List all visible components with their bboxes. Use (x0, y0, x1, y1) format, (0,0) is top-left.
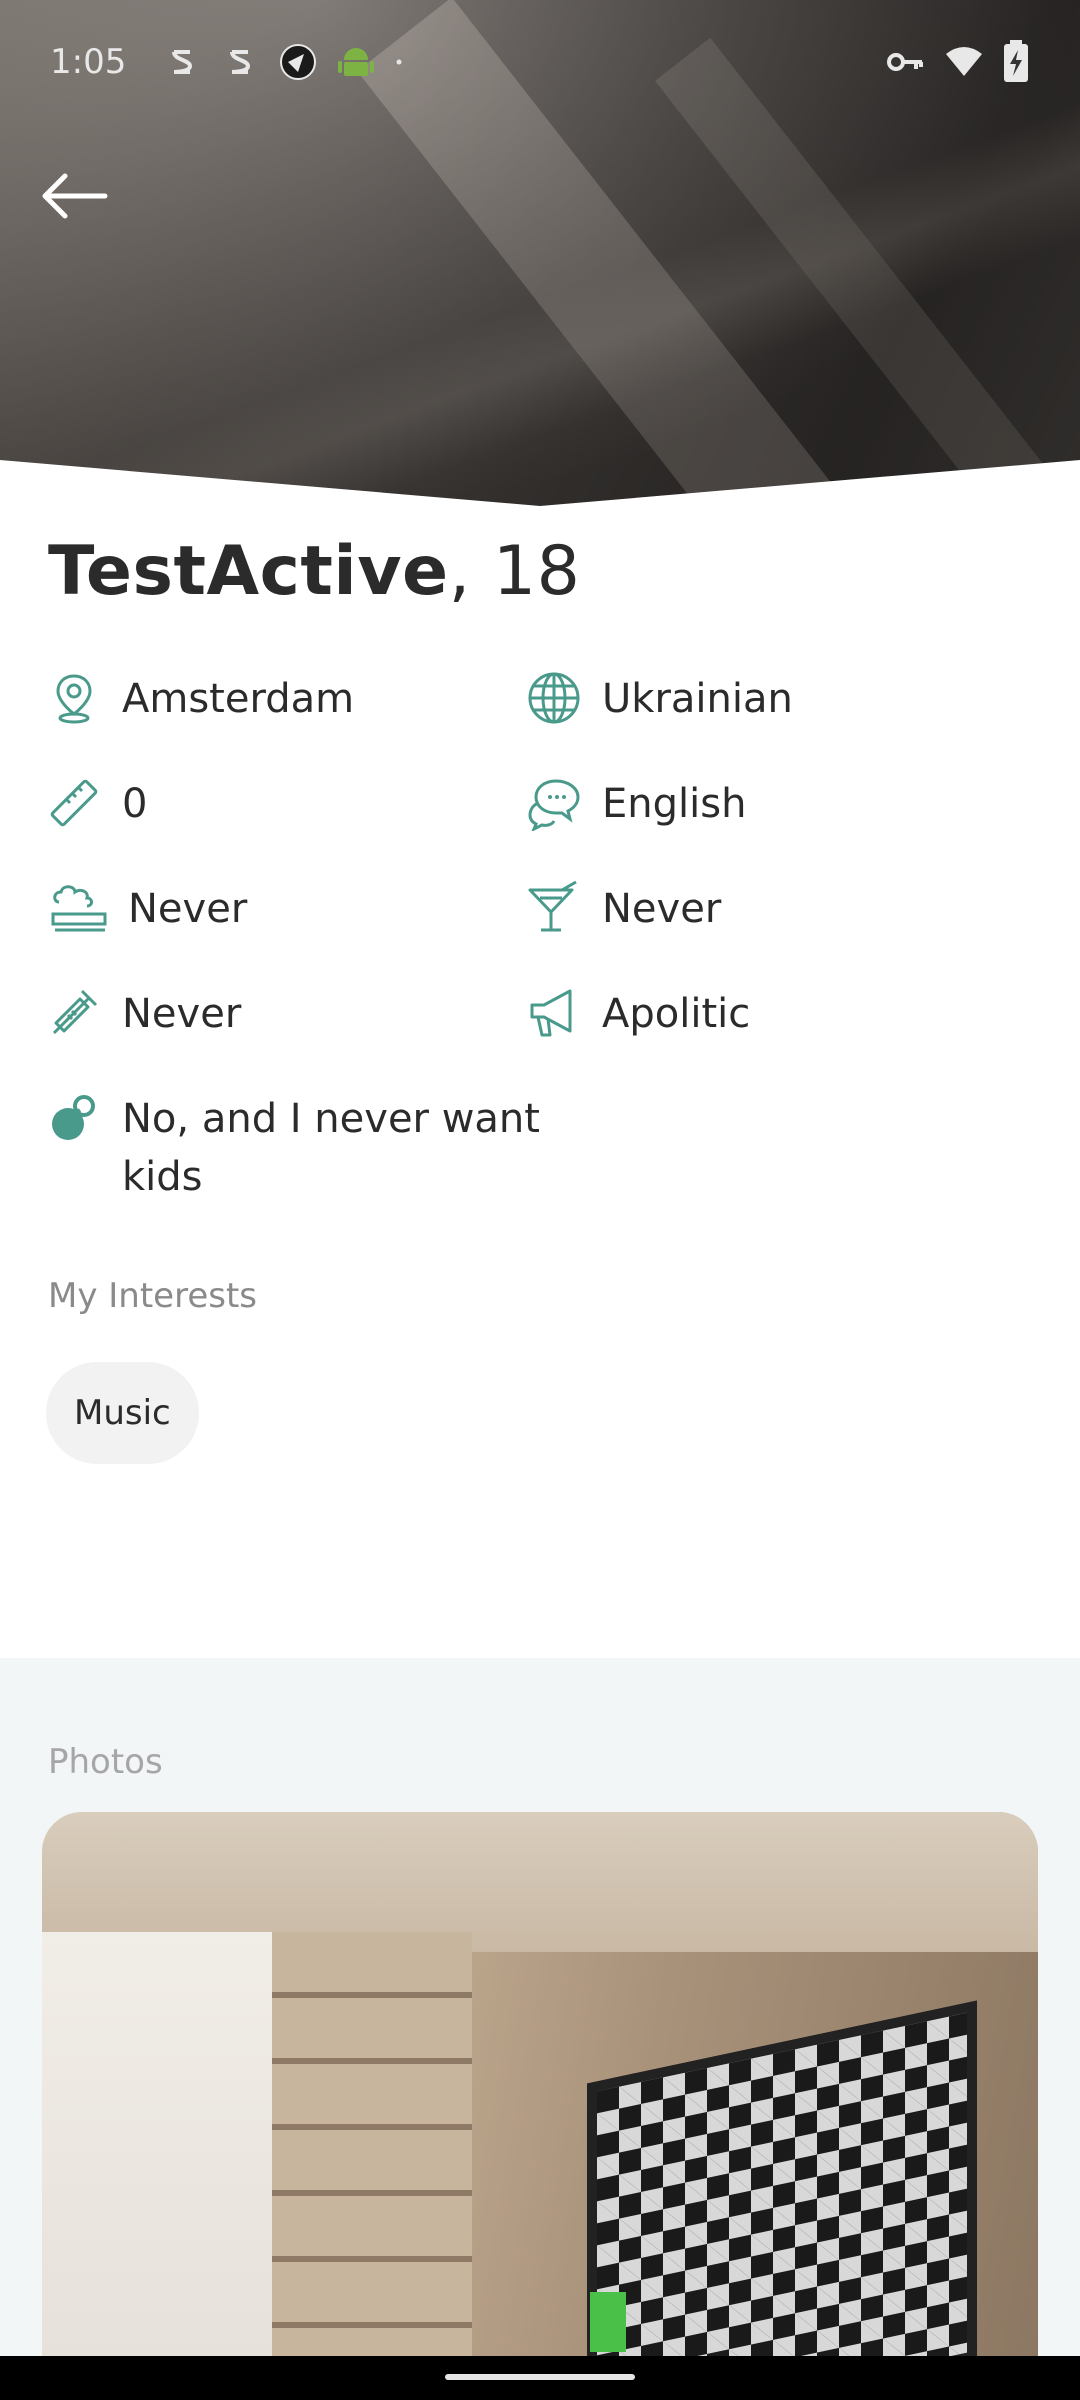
attr-politics-label: Apolitic (602, 991, 751, 1037)
location-pin-icon (56, 674, 92, 724)
attr-smoking-label: Never (128, 886, 248, 932)
profile-name: TestActive (48, 532, 449, 611)
attr-nationality-label: Ukrainian (602, 676, 793, 722)
profile-name-age: TestActive, 18 (48, 532, 580, 611)
wifi-icon (946, 47, 982, 76)
profile-photo[interactable] (42, 1812, 1038, 2372)
attr-language: English (526, 775, 746, 833)
attr-height: 0 (46, 775, 147, 833)
interests-title: My Interests (48, 1276, 257, 1316)
android-icon (338, 48, 375, 76)
megaphone-icon (530, 989, 572, 1037)
attr-kids-label-line2: kids (122, 1154, 203, 1200)
attr-smoking: Never (46, 880, 247, 938)
interest-chip-music[interactable]: Music (46, 1362, 199, 1464)
attr-drugs-label: Never (122, 991, 242, 1037)
attr-location-label: Amsterdam (122, 676, 355, 722)
system-nav-bar (0, 2356, 1080, 2400)
ruler-icon (50, 779, 98, 827)
attr-location: Amsterdam (46, 670, 354, 728)
arrow-left-icon (42, 173, 108, 219)
attr-language-label: English (602, 781, 747, 827)
hero-bottom-edge (0, 460, 1080, 520)
status-bar: 1:05 (0, 0, 1080, 124)
syringe-icon (52, 989, 98, 1035)
browser-notification-icon (280, 44, 317, 80)
more-notifications-dot-icon (396, 59, 402, 65)
app-notification-icon (172, 50, 193, 74)
cocktail-icon (528, 880, 577, 932)
app-notification-icon (230, 50, 251, 74)
attr-kids-label-line1: No, and I never want (122, 1096, 540, 1142)
attr-drugs: Never (46, 985, 241, 1043)
attr-drinking-label: Never (602, 886, 722, 932)
attr-kids: No, and I never want kids (46, 1090, 540, 1206)
status-time: 1:05 (50, 42, 127, 82)
back-button[interactable] (34, 160, 114, 232)
chat-bubbles-icon (528, 779, 580, 831)
attr-height-label: 0 (122, 781, 148, 827)
globe-icon (528, 672, 580, 724)
profile-age: , 18 (448, 532, 581, 611)
smoking-icon (51, 885, 107, 932)
vpn-key-icon (887, 53, 923, 71)
home-gesture-handle[interactable] (445, 2374, 635, 2380)
pacifier-icon (52, 1095, 95, 1140)
photos-title: Photos (48, 1742, 163, 1782)
attr-nationality: Ukrainian (526, 670, 793, 728)
battery-charging-icon (1004, 40, 1028, 82)
attr-politics: Apolitic (526, 985, 750, 1043)
attr-drinking: Never (526, 880, 721, 938)
